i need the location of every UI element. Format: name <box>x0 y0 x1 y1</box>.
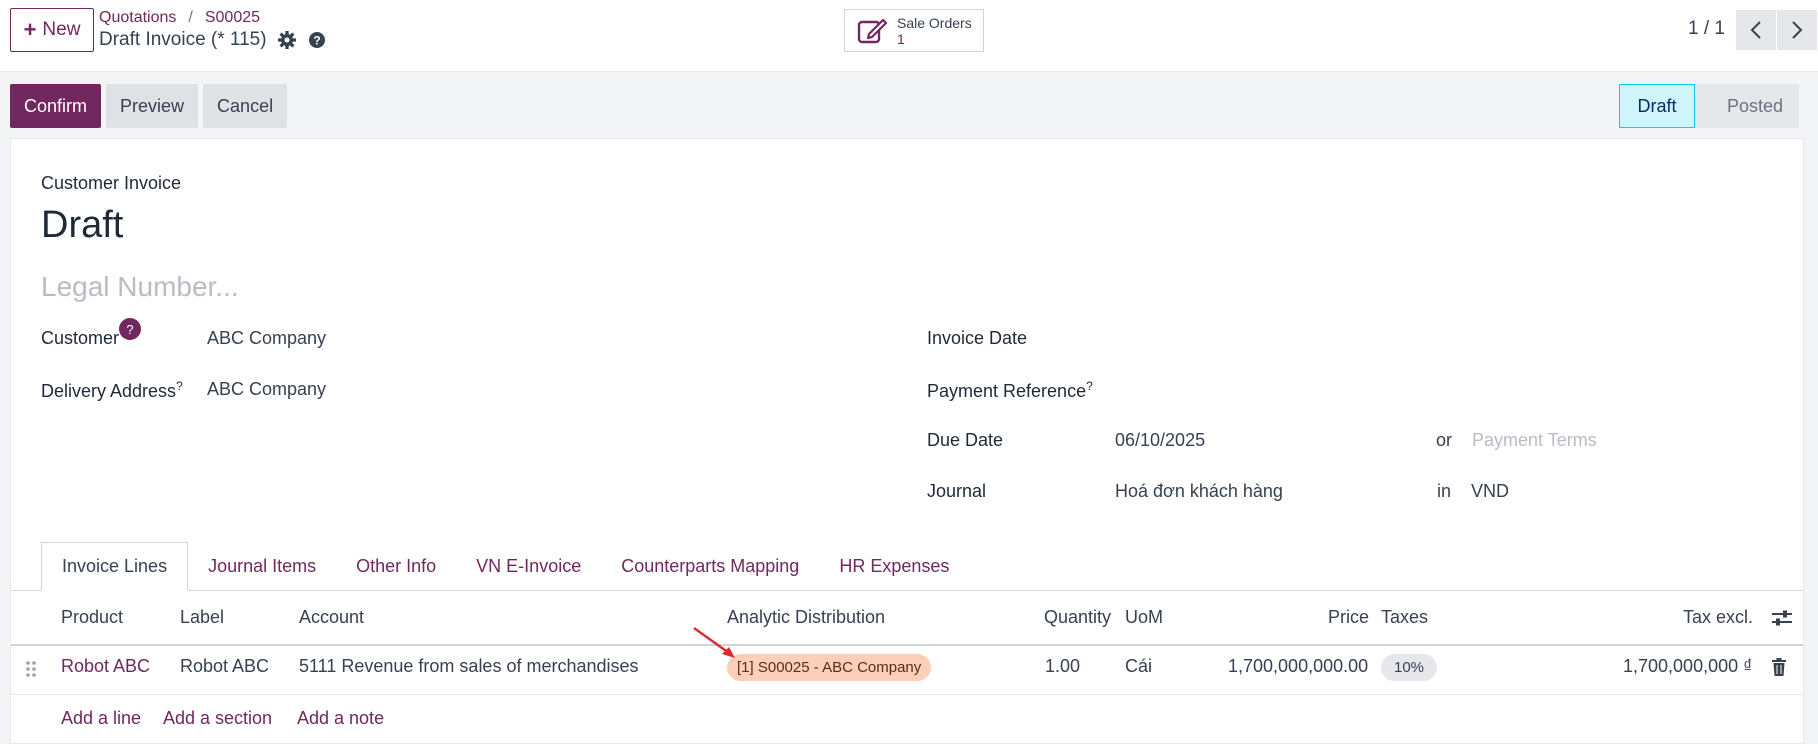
status-draft[interactable]: Draft <box>1619 84 1695 128</box>
cell-subtotal: 1,700,000,000 ₫ <box>1623 656 1753 676</box>
control-panel: + New Quotations / S00025 Draft Invoice … <box>0 0 1818 72</box>
tab-other-info[interactable]: Other Info <box>336 542 456 591</box>
tax-tag[interactable]: 10% <box>1381 654 1437 681</box>
invoice-date-field[interactable] <box>1115 321 1775 355</box>
customer-field[interactable]: ABC Company <box>207 328 326 349</box>
payment-reference-label-text: Payment Reference <box>927 381 1087 401</box>
tab-journal-items[interactable]: Journal Items <box>188 542 336 591</box>
column-header-price[interactable]: Price <box>1328 607 1369 628</box>
smart-button-count: 1 <box>897 30 905 47</box>
move-type-label: Customer Invoice <box>41 173 182 193</box>
column-header-uom[interactable]: UoM <box>1125 607 1163 628</box>
sale-orders-smart-button[interactable]: Sale Orders 1 <box>844 9 984 52</box>
breadcrumb-quotations[interactable]: Quotations <box>99 9 176 27</box>
notebook-tabs: Invoice Lines Journal Items Other Info V… <box>41 542 969 591</box>
column-header-tax-excluded[interactable]: Tax excl. <box>1683 607 1753 628</box>
trash-icon[interactable] <box>1771 658 1787 676</box>
confirm-button[interactable]: Confirm <box>10 84 102 128</box>
preview-button[interactable]: Preview <box>106 84 199 128</box>
in-separator: in <box>1437 481 1452 501</box>
add-section-link[interactable]: Add a section <box>163 708 272 729</box>
cell-price[interactable]: 1,700,000,000.00 <box>1228 656 1368 677</box>
tab-counterparts-mapping[interactable]: Counterparts Mapping <box>601 542 819 591</box>
cell-product[interactable]: Robot ABC <box>61 656 150 677</box>
pager-previous-button[interactable] <box>1736 10 1776 50</box>
gear-icon[interactable] <box>277 30 297 50</box>
breadcrumb-order[interactable]: S00025 <box>205 9 260 27</box>
status-draft-label: Draft <box>1637 95 1677 116</box>
column-header-taxes[interactable]: Taxes <box>1381 607 1428 628</box>
cell-quantity[interactable]: 1.00 <box>1045 656 1080 677</box>
add-note-link[interactable]: Add a note <box>297 708 384 729</box>
cell-account[interactable]: 5111 Revenue from sales of merchandises <box>299 656 639 677</box>
or-separator: or <box>1436 430 1453 450</box>
invoice-form-sheet: Customer Invoice Draft Legal Number... C… <box>10 138 1804 744</box>
analytic-distribution-tag[interactable]: [1] S00025 - ABC Company <box>727 654 932 681</box>
column-header-product[interactable]: Product <box>61 607 123 628</box>
annotation-arrow-icon <box>693 627 735 658</box>
status-posted-label: Posted <box>1726 95 1784 116</box>
status-posted[interactable]: Posted <box>1695 84 1799 128</box>
delivery-address-field[interactable]: ABC Company <box>207 379 326 400</box>
payment-reference-help-mark[interactable]: ? <box>1086 379 1093 393</box>
delivery-help-mark[interactable]: ? <box>176 379 183 393</box>
chevron-left-icon <box>1750 21 1761 39</box>
delivery-address-label: Delivery Address? <box>41 379 183 402</box>
column-header-analytic-distribution[interactable]: Analytic Distribution <box>727 607 885 628</box>
edit-icon <box>857 18 887 43</box>
tab-vn-e-invoice[interactable]: VN E-Invoice <box>456 542 601 591</box>
column-header-label[interactable]: Label <box>180 607 224 628</box>
record-title-row: Draft Invoice (* 115) ? <box>99 29 327 51</box>
help-icon[interactable]: ? <box>307 30 327 50</box>
plus-icon: + <box>23 17 37 42</box>
invoice-date-label: Invoice Date <box>927 328 1028 348</box>
customer-help-badge[interactable]: ? <box>119 318 142 340</box>
status-bar: Draft Posted <box>1619 84 1799 128</box>
cell-label[interactable]: Robot ABC <box>180 656 269 677</box>
pager-value[interactable]: 1 / 1 <box>1688 18 1725 40</box>
payment-reference-label: Payment Reference? <box>927 379 1093 402</box>
due-date-field[interactable]: 06/10/2025 <box>1115 430 1205 451</box>
smart-button-label: Sale Orders <box>897 14 972 31</box>
column-header-quantity[interactable]: Quantity <box>1044 607 1111 628</box>
drag-handle-icon[interactable] <box>25 660 37 678</box>
currency-field[interactable]: VND <box>1471 481 1509 502</box>
svg-text:?: ? <box>313 34 320 48</box>
action-buttons: Confirm Preview Cancel <box>10 84 288 128</box>
invoice-state-title: Draft <box>41 204 124 246</box>
chevron-right-icon <box>1792 21 1803 39</box>
customer-label: Customer? <box>41 318 142 349</box>
cell-uom[interactable]: Cái <box>1125 656 1152 677</box>
optional-columns-icon[interactable] <box>1771 608 1793 628</box>
new-button[interactable]: + New <box>10 8 94 52</box>
delivery-address-label-text: Delivery Address <box>41 381 177 401</box>
add-line-link[interactable]: Add a line <box>61 708 141 729</box>
tab-invoice-lines[interactable]: Invoice Lines <box>41 542 189 591</box>
cancel-button[interactable]: Cancel <box>203 84 288 128</box>
journal-field[interactable]: Hoá đơn khách hàng <box>1115 481 1283 502</box>
breadcrumb-separator: / <box>188 9 193 26</box>
column-header-account[interactable]: Account <box>299 607 364 628</box>
journal-label: Journal <box>927 481 987 501</box>
customer-label-text: Customer <box>41 328 120 348</box>
new-button-label: New <box>42 19 81 40</box>
breadcrumb: Quotations / S00025 <box>99 9 260 27</box>
payment-reference-field[interactable] <box>1115 372 1775 406</box>
pager-next-button[interactable] <box>1777 10 1817 50</box>
record-title: Draft Invoice (* 115) <box>99 29 267 50</box>
due-date-label: Due Date <box>927 430 1004 450</box>
table-row-divider <box>11 694 1803 695</box>
payment-terms-field[interactable]: Payment Terms <box>1472 430 1597 451</box>
legal-number-input[interactable]: Legal Number... <box>41 271 239 303</box>
tab-hr-expenses[interactable]: HR Expenses <box>819 542 969 591</box>
